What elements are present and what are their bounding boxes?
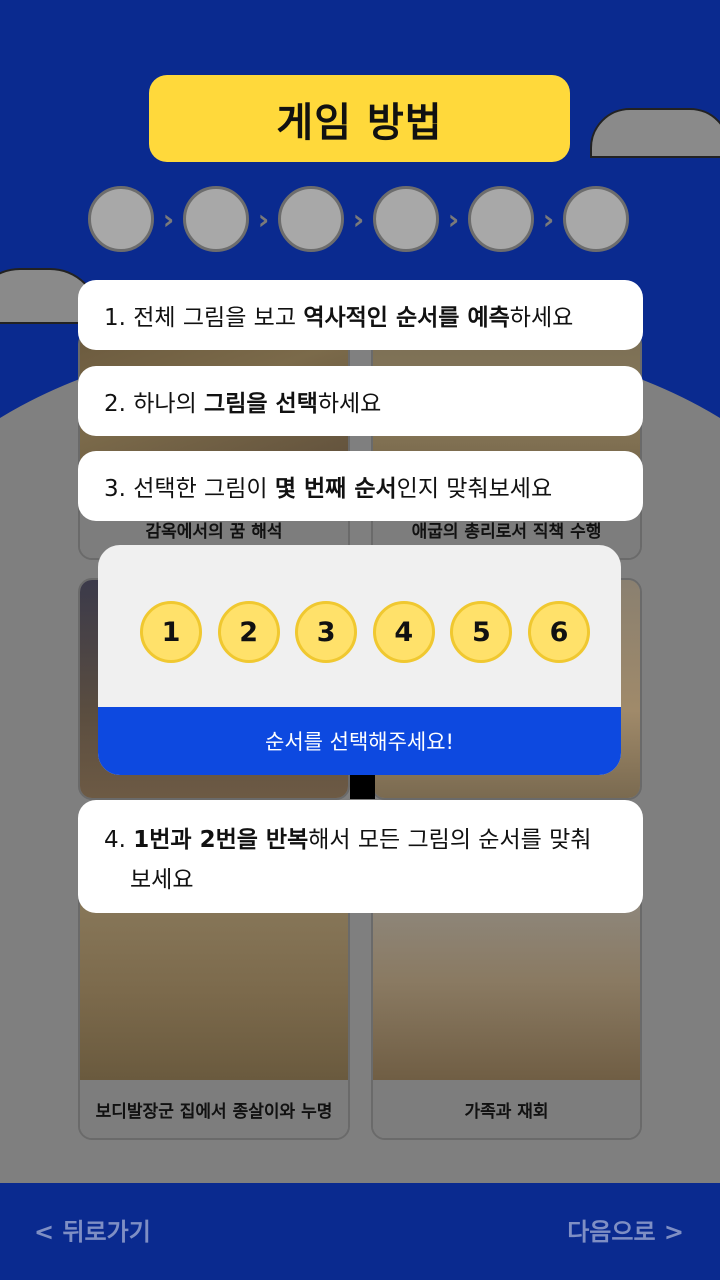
step-slot-6 [563,186,629,252]
order-select-popup: 1 2 3 4 5 6 순서를 선택해주세요! [98,545,621,775]
step-slot-4 [373,186,439,252]
back-button[interactable]: < 뒤로가기 [34,1212,151,1247]
select-order-prompt: 순서를 선택해주세요! [98,707,621,775]
order-button-2[interactable]: 2 [217,601,280,663]
progress-steps: › › › › › [88,185,634,253]
popup-pointer [350,775,375,799]
instruction-step-4: 4. 1번과 2번을 반복해서 모든 그림의 순서를 맞춰보세요 [78,800,643,913]
instruction-text: 해서 모든 그림의 순서를 맞춰 [308,827,592,853]
order-number-row: 1 2 3 4 5 6 [140,601,590,663]
instruction-emphasis: 1번과 2번을 반복 [133,827,309,853]
picture-card[interactable]: 감옥에서의 꿈 해석 [78,330,350,560]
page-title: 게임 방법 [276,99,443,146]
order-button-1[interactable]: 1 [140,601,202,663]
instruction-text: 4. [104,827,134,853]
picture-card[interactable]: 보디발장군 집에서 종살이와 누명 [78,880,350,1140]
instruction-step-1: 1. 전체 그림을 보고 역사적인 순서를 예측하세요 [78,280,643,350]
instruction-step-3: 3. 선택한 그림이 몇 번째 순서인지 맞춰보세요 [78,451,643,521]
cloud-icon [590,108,720,158]
step-slot-1 [88,186,154,252]
instruction-text: 3. 선택한 그림이 [104,476,275,502]
instruction-emphasis: 역사적인 순서를 예측 [303,305,510,331]
chevron-right-icon: › [542,202,555,236]
card-caption: 가족과 재회 [373,1080,640,1138]
step-slot-2 [183,186,249,252]
next-button[interactable]: 다음으로 > [567,1212,684,1247]
card-caption: 보디발장군 집에서 종살이와 누명 [80,1080,348,1138]
instruction-text: 보세요 [130,867,194,893]
chevron-right-icon: › [352,202,365,236]
order-button-4[interactable]: 4 [372,601,435,663]
instruction-emphasis: 몇 번째 순서 [274,476,397,502]
instruction-text: 인지 맞춰보세요 [396,476,553,502]
chevron-right-icon: › [257,202,270,236]
step-slot-3 [278,186,344,252]
instruction-step-2: 2. 하나의 그림을 선택하세요 [78,366,643,436]
title-banner: 게임 방법 [149,75,570,162]
instruction-text: 1. 전체 그림을 보고 [104,305,304,331]
instruction-text: 하세요 [317,391,382,417]
step-slot-5 [468,186,534,252]
instruction-text: 2. 하나의 [104,391,205,417]
picture-card[interactable]: 가족과 재회 [371,880,642,1140]
game-screen: 게임 방법 › › › › › 감옥에서의 꿈 해석 애굽의 총리로서 직책 수… [0,0,720,1280]
chevron-right-icon: › [162,202,175,236]
picture-card[interactable]: 애굽의 총리로서 직책 수행 [371,330,642,560]
instruction-text: 하세요 [509,305,574,331]
order-button-6[interactable]: 6 [527,601,590,663]
order-button-3[interactable]: 3 [295,601,358,663]
instruction-emphasis: 그림을 선택 [204,391,318,417]
order-button-5[interactable]: 5 [450,601,513,663]
chevron-right-icon: › [447,202,460,236]
